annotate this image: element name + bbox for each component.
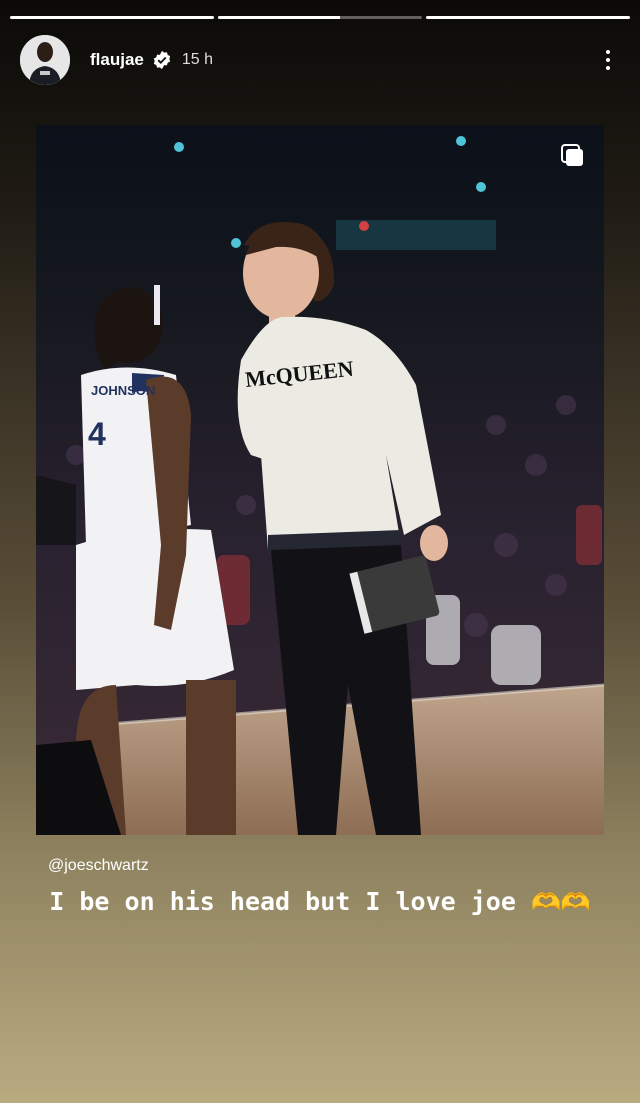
verified-badge-icon xyxy=(153,50,171,70)
username[interactable]: flaujae xyxy=(90,50,144,70)
mention-link[interactable]: @joeschwartz xyxy=(48,857,149,875)
story-progress xyxy=(10,16,630,19)
story-header: flaujae 15 h xyxy=(20,34,620,86)
story-photo[interactable]: JOHNSON 4 McQUEEN xyxy=(36,125,604,835)
heart-hands-emoji-icon: 🫶🫶 xyxy=(530,888,591,916)
caption-text: I be on his head but I love joe xyxy=(49,887,516,916)
progress-segment xyxy=(10,16,214,19)
photo-scene: JOHNSON 4 McQUEEN xyxy=(36,125,604,835)
jersey-number: 4 xyxy=(88,416,106,452)
carousel-icon xyxy=(561,144,583,166)
post-time: 15 h xyxy=(181,51,213,68)
more-options-icon[interactable] xyxy=(596,42,620,78)
jersey-name: JOHNSON xyxy=(91,383,155,398)
progress-segment xyxy=(426,16,630,19)
caption: I be on his head but I love joe 🫶🫶 xyxy=(40,884,600,920)
avatar[interactable] xyxy=(20,35,70,85)
progress-segment xyxy=(218,16,422,19)
